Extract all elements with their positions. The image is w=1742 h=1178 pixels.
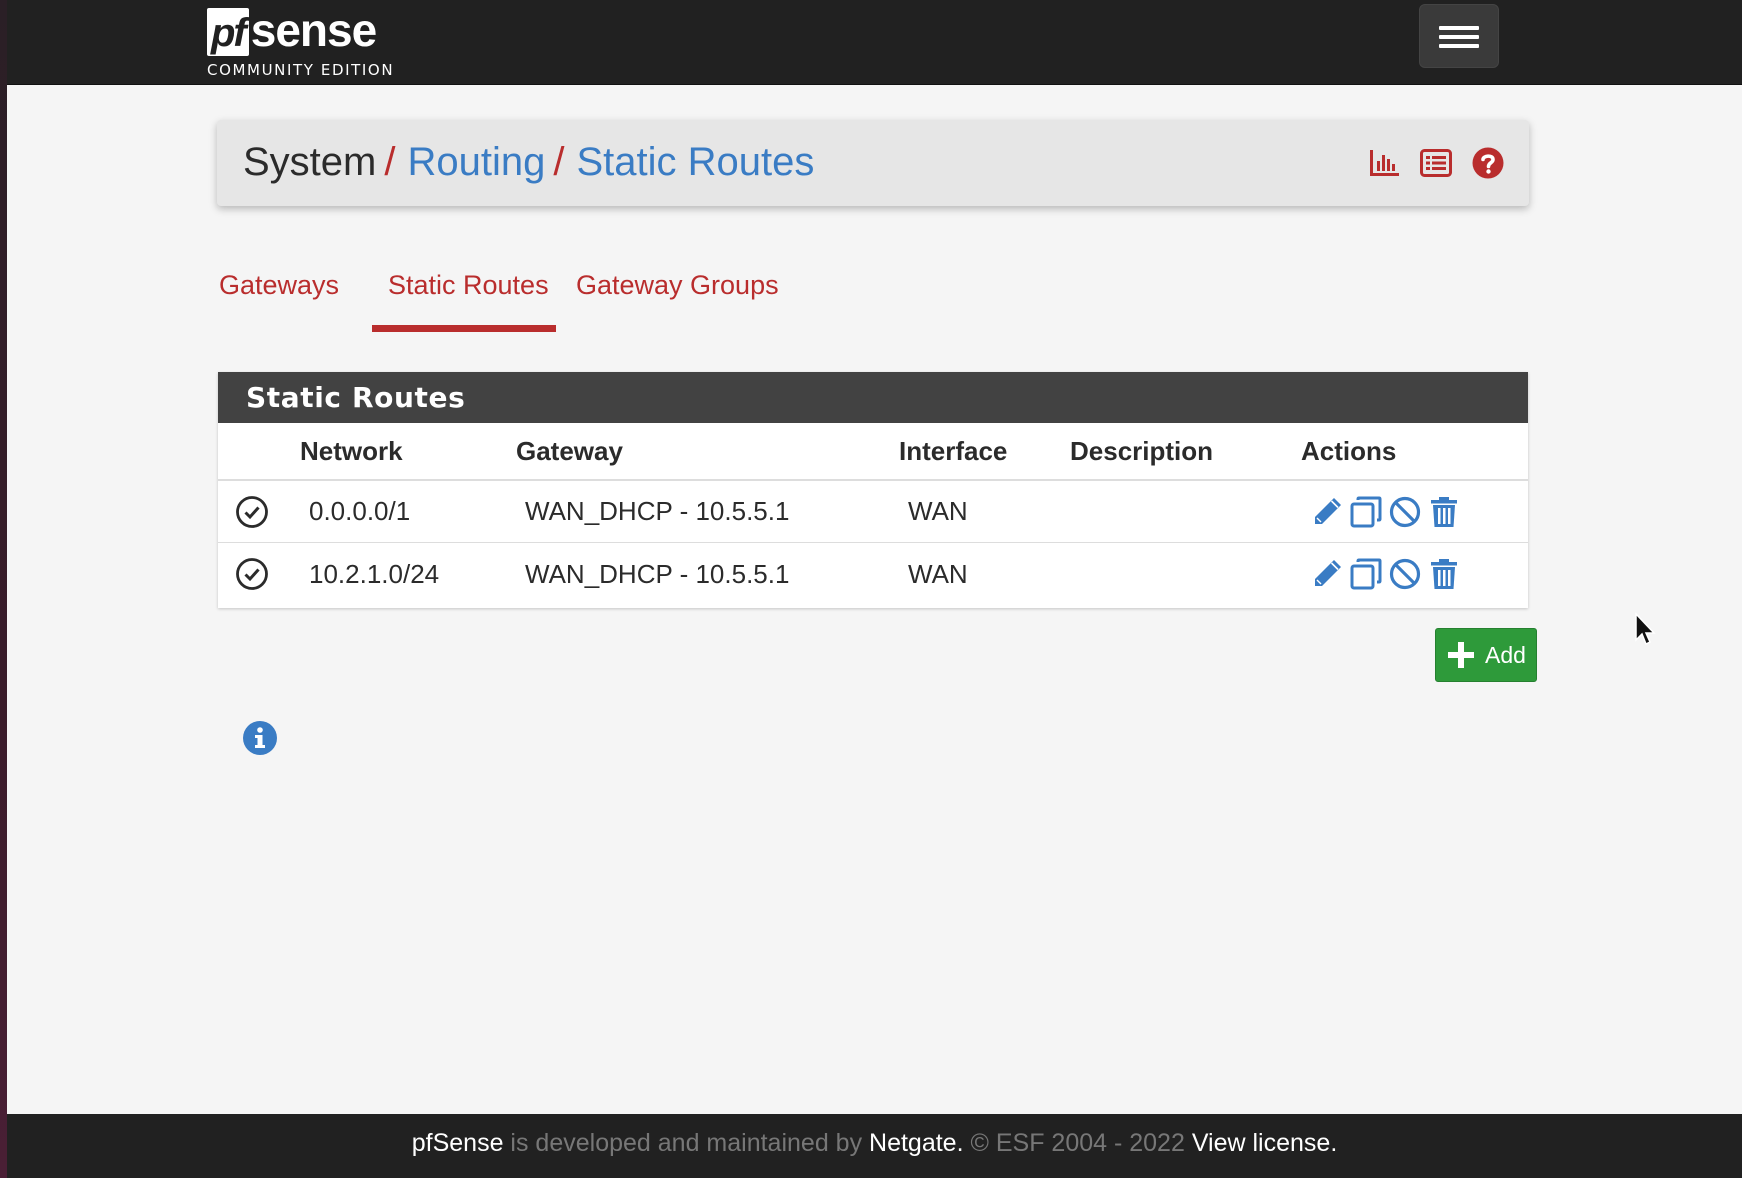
tab-static-routes-label: Static Routes — [388, 270, 549, 300]
breadcrumb: System / Routing / Static Routes — [217, 120, 1529, 206]
add-button-label: Add — [1485, 641, 1526, 668]
pfsense-logo[interactable]: pf sense COMMUNITY EDITION — [207, 4, 417, 79]
tab-gateway-groups-label: Gateway Groups — [576, 270, 779, 300]
page-title: System / Routing / Static Routes — [243, 140, 814, 185]
menu-toggle-button[interactable] — [1419, 4, 1499, 68]
static-routes-panel: Static Routes Network Gateway Interface … — [218, 372, 1528, 608]
interface-cell: WAN — [908, 496, 968, 526]
status-cell — [235, 481, 269, 542]
column-header-actions: Actions — [1301, 435, 1397, 466]
add-button[interactable]: Add — [1435, 628, 1537, 682]
network-cell: 10.2.1.0/24 — [309, 558, 440, 589]
footer-text: pfSense is developed and maintained by N… — [7, 1129, 1742, 1158]
gateway-cell: WAN_DHCP - 10.5.5.1 — [525, 558, 790, 589]
breadcrumb-separator: / — [553, 140, 565, 184]
hamburger-icon-bar — [1439, 35, 1479, 39]
disable-ban-icon[interactable] — [1388, 557, 1422, 591]
hamburger-icon-bar — [1439, 44, 1479, 48]
plus-icon — [1448, 642, 1474, 668]
interface-cell: WAN — [908, 558, 968, 589]
list-icon[interactable] — [1419, 146, 1453, 180]
logo-wordmark: pf sense — [207, 4, 377, 56]
logo-sense: sense — [250, 4, 377, 56]
column-header-interface[interactable]: Interface — [899, 423, 1007, 479]
network-cell: 0.0.0.0/1 — [309, 496, 411, 526]
copy-icon[interactable] — [1349, 557, 1383, 591]
table-header-row: Network Gateway Interface Description Ac… — [218, 423, 1528, 481]
gateway-cell: WAN_DHCP - 10.5.5.1 — [525, 496, 790, 526]
breadcrumb-static-routes-link[interactable]: Static Routes — [576, 140, 814, 184]
panel-title: Static Routes — [218, 372, 1528, 423]
tab-gateways[interactable]: Gateways — [219, 268, 339, 332]
help-icon[interactable] — [1471, 146, 1505, 180]
column-header-gateway[interactable]: Gateway — [516, 423, 623, 479]
footer-text-2: © ESF 2004 - 2022 — [963, 1129, 1192, 1157]
check-circle-icon — [236, 495, 268, 528]
actions-cell — [1301, 481, 1461, 542]
tab-static-routes[interactable]: Static Routes — [372, 268, 556, 332]
edit-pencil-icon[interactable] — [1310, 557, 1344, 591]
browser-viewport: pf sense COMMUNITY EDITION System / Routin… — [7, 0, 1742, 1178]
table-row[interactable]: 0.0.0.0/1 WAN_DHCP - 10.5.5.1 WAN — [218, 481, 1528, 543]
chart-icon[interactable] — [1367, 146, 1401, 180]
table-row[interactable]: 10.2.1.0/24 WAN_DHCP - 10.5.5.1 WAN — [218, 543, 1528, 605]
status-cell — [235, 543, 269, 605]
footer-license-link[interactable]: View license. — [1192, 1129, 1337, 1157]
footer-brand: pfSense — [411, 1129, 504, 1157]
breadcrumb-system: System — [243, 140, 377, 184]
column-header-description[interactable]: Description — [1070, 423, 1213, 479]
breadcrumb-routing-link[interactable]: Routing — [407, 140, 545, 184]
footer-netgate-link[interactable]: Netgate. — [869, 1129, 964, 1157]
mouse-cursor-icon — [1635, 612, 1656, 646]
logo-pf: pf — [207, 8, 249, 56]
tab-gateway-groups[interactable]: Gateway Groups — [576, 268, 779, 332]
actions-cell — [1301, 543, 1461, 605]
delete-trash-icon[interactable] — [1427, 495, 1461, 529]
page-footer: pfSense is developed and maintained by N… — [7, 1114, 1742, 1178]
column-header-network[interactable]: Network — [300, 423, 403, 479]
copy-icon[interactable] — [1349, 495, 1383, 529]
breadcrumb-icons — [1367, 146, 1505, 180]
tab-gateways-label: Gateways — [219, 270, 340, 300]
hamburger-icon — [1439, 26, 1479, 30]
info-icon[interactable] — [242, 720, 278, 756]
breadcrumb-separator: / — [384, 140, 396, 184]
edit-pencil-icon[interactable] — [1310, 495, 1344, 529]
delete-trash-icon[interactable] — [1427, 557, 1461, 591]
disable-ban-icon[interactable] — [1388, 495, 1422, 529]
check-circle-icon — [236, 558, 268, 590]
top-navbar: pf sense COMMUNITY EDITION — [7, 0, 1742, 85]
desktop-edge — [0, 0, 7, 1178]
footer-text-1: is developed and maintained by — [503, 1129, 870, 1157]
logo-edition: COMMUNITY EDITION — [207, 61, 395, 79]
